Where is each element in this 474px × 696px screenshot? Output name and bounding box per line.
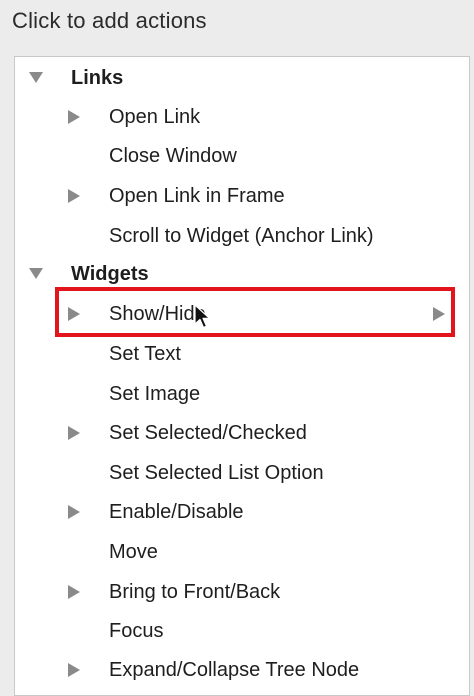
tree-item-label: Scroll to Widget (Anchor Link) — [109, 224, 374, 247]
tree-item-show-hide[interactable]: Show/Hide — [15, 295, 469, 333]
tree-group-widgets[interactable]: Widgets — [15, 255, 469, 293]
expanded-triangle-icon[interactable] — [29, 268, 43, 279]
tree-group-label: Links — [71, 66, 124, 89]
tree-item-focus[interactable]: Focus — [15, 612, 469, 650]
collapsed-triangle-icon[interactable] — [68, 505, 80, 519]
tree-item-set-selected-checked[interactable]: Set Selected/Checked — [15, 414, 469, 452]
tree-item-label: Set Selected/Checked — [109, 421, 307, 444]
tree-item-label: Set Text — [109, 342, 181, 365]
tree-group-label: Widgets — [71, 262, 149, 285]
tree-item-set-image[interactable]: Set Image — [15, 375, 469, 413]
tree-group-links[interactable]: Links — [15, 59, 469, 97]
tree-item-label: Set Selected List Option — [109, 461, 324, 484]
tree-item-set-selected-list-option[interactable]: Set Selected List Option — [15, 454, 469, 492]
tree-item-label: Set Image — [109, 382, 201, 405]
collapsed-triangle-icon[interactable] — [68, 663, 80, 677]
expanded-triangle-icon[interactable] — [29, 72, 43, 83]
tree-item-open-link[interactable]: Open Link — [15, 98, 469, 136]
tree-item-label: Open Link — [109, 105, 201, 128]
tree-item-label: Move — [109, 540, 158, 563]
tree-item-close-window[interactable]: Close Window — [15, 137, 469, 175]
actions-tree: Links Open Link Close Window Open Link i… — [14, 56, 470, 696]
collapsed-triangle-icon[interactable] — [68, 110, 80, 124]
tree-item-label: Expand/Collapse Tree Node — [109, 658, 360, 681]
mouse-pointer-icon — [194, 304, 211, 329]
tree-item-label: Open Link in Frame — [109, 184, 285, 207]
collapsed-triangle-icon[interactable] — [68, 307, 80, 321]
collapsed-triangle-icon[interactable] — [68, 426, 80, 440]
tree-item-expand-collapse-tree-node[interactable]: Expand/Collapse Tree Node — [15, 651, 469, 689]
tree-item-move[interactable]: Move — [15, 533, 469, 571]
tree-item-open-link-in-frame[interactable]: Open Link in Frame — [15, 177, 469, 215]
tree-item-label: Close Window — [109, 144, 237, 167]
tree-item-label: Bring to Front/Back — [109, 580, 281, 603]
submenu-arrow-icon[interactable] — [433, 307, 445, 321]
tree-item-set-text[interactable]: Set Text — [15, 335, 469, 373]
tree-item-label: Show/Hide — [109, 302, 206, 325]
tree-item-label: Enable/Disable — [109, 500, 244, 523]
collapsed-triangle-icon[interactable] — [68, 585, 80, 599]
tree-item-scroll-to-widget[interactable]: Scroll to Widget (Anchor Link) — [15, 217, 469, 255]
collapsed-triangle-icon[interactable] — [68, 189, 80, 203]
panel-header: Click to add actions — [12, 8, 207, 33]
tree-item-enable-disable[interactable]: Enable/Disable — [15, 493, 469, 531]
tree-item-bring-to-front-back[interactable]: Bring to Front/Back — [15, 573, 469, 611]
tree-item-label: Focus — [109, 619, 164, 642]
